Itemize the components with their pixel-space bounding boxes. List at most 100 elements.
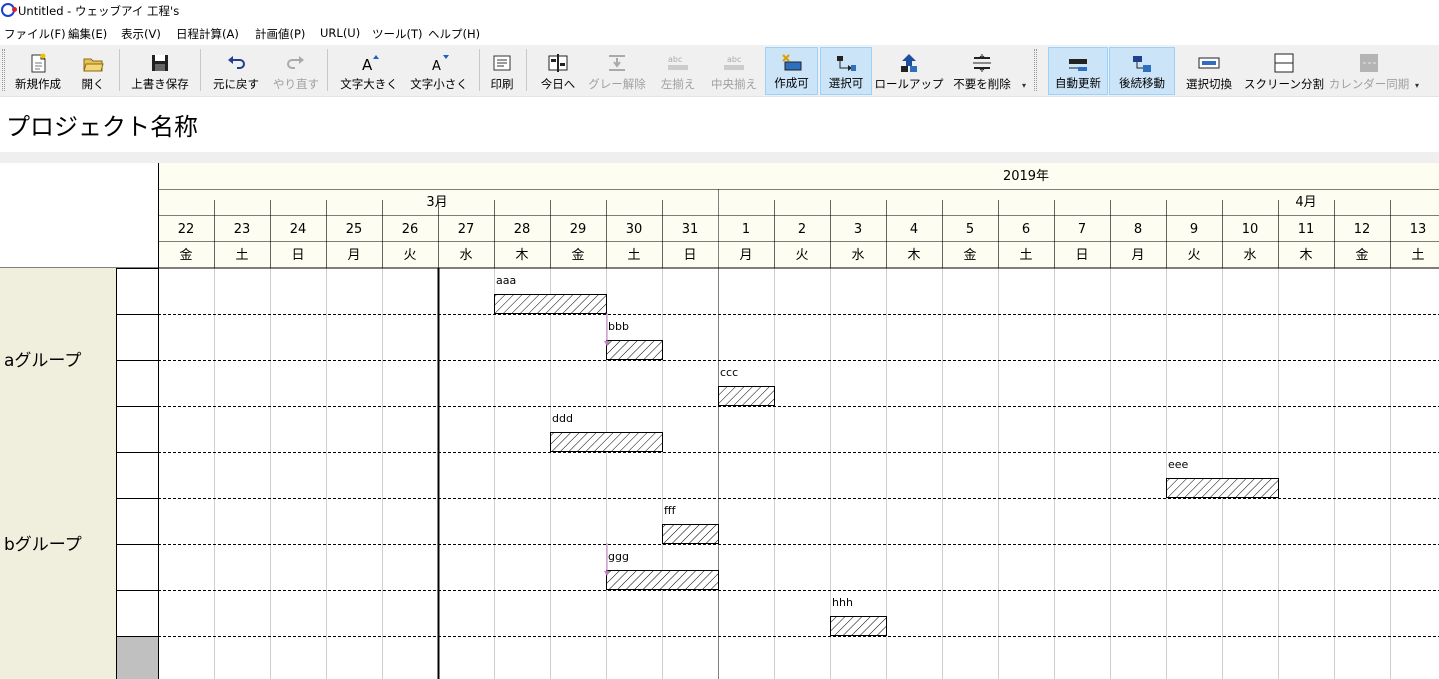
row-handle-filler [117, 637, 158, 679]
weekday-label: 水 [459, 248, 472, 263]
successor-move-icon [1133, 56, 1151, 72]
day-number: 24 [290, 222, 307, 237]
font-increase-icon: A [362, 55, 379, 74]
gantt-chart: 2019年 3月 4月 22 金 23 土 24 日 25 月 26 火 27 水 28 木 29 金 30 土 31 日 1… [0, 163, 1439, 679]
auto-update-toggle[interactable]: 自動更新 [1048, 47, 1108, 95]
toolbar-grip[interactable] [1034, 49, 1037, 91]
menu-view[interactable]: 表示(V) [121, 26, 161, 42]
redo-button[interactable]: やり直す [272, 47, 320, 95]
font-bigger-button[interactable]: A 文字大きく [340, 47, 398, 95]
project-header: プロジェクト名称 [0, 98, 1439, 152]
move-successors-toggle[interactable]: 後続移動 [1109, 47, 1175, 95]
day-number: 7 [1078, 222, 1086, 237]
day-number: 4 [910, 222, 918, 237]
task-label[interactable]: bbb [608, 320, 629, 333]
print-button[interactable]: 印刷 [486, 47, 518, 95]
day-number: 6 [1022, 222, 1030, 237]
day-number: 5 [966, 222, 974, 237]
day-number: 1 [742, 222, 750, 237]
align-center-button[interactable]: abc 中央揃え [711, 47, 757, 95]
task-label[interactable]: aaa [496, 274, 516, 287]
task-bar[interactable] [662, 524, 719, 544]
select-toggle-button[interactable]: 選択切換 [1184, 47, 1234, 95]
task-label[interactable]: ddd [552, 412, 573, 425]
day-number: 10 [1242, 222, 1259, 237]
rollup-button[interactable]: ロールアップ [875, 47, 944, 95]
year-label: 2019年 [1003, 169, 1049, 184]
group-name: bグループ [4, 535, 82, 555]
day-number: 27 [458, 222, 475, 237]
save-button[interactable]: 上書き保存 [130, 47, 190, 95]
save-icon [152, 55, 168, 71]
task-bar[interactable] [494, 294, 607, 314]
calendar-sync-button[interactable]: カレンダー同期 [1329, 47, 1409, 95]
menu-plan[interactable]: 計画値(P) [255, 26, 305, 42]
gray-clear-button[interactable]: グレー解除 [588, 47, 646, 95]
day-number: 11 [1298, 222, 1315, 237]
menu-help[interactable]: ヘルプ(H) [428, 26, 480, 42]
menu-url[interactable]: URL(U) [320, 26, 360, 40]
weekday-label: 月 [347, 248, 360, 263]
align-left-button[interactable]: abc 左揃え [658, 47, 698, 95]
weekday-label: 金 [179, 247, 192, 263]
task-bar[interactable] [550, 432, 663, 452]
day-number: 9 [1190, 222, 1198, 237]
task-bar[interactable] [606, 570, 719, 590]
menu-schedule[interactable]: 日程計算(A) [176, 26, 239, 42]
task-bar[interactable] [1166, 478, 1279, 498]
menu-tools[interactable]: ツール(T) [372, 26, 423, 42]
task-bar[interactable] [718, 386, 775, 406]
weekday-label: 金 [963, 247, 976, 263]
day-number: 12 [1354, 222, 1371, 237]
task-label[interactable]: eee [1168, 458, 1189, 471]
select-arrow-icon [837, 56, 856, 71]
weekday-label: 月 [1131, 248, 1144, 263]
today-button[interactable]: 今日へ [535, 47, 581, 95]
select-switch-icon [1198, 57, 1220, 69]
weekday-label: 日 [291, 248, 304, 263]
redo-icon [287, 56, 304, 69]
day-number: 3 [854, 222, 862, 237]
title-bar: Untitled - ウェッブアイ 工程's [0, 0, 1439, 22]
weekday-label: 日 [683, 248, 696, 263]
weekday-label: 木 [1299, 248, 1312, 263]
print-icon [493, 55, 511, 71]
weekday-label: 土 [627, 248, 640, 263]
svg-text:A: A [432, 59, 441, 74]
select-enabled-toggle[interactable]: 選択可 [820, 47, 872, 95]
toolbar-overflow-chevron-icon[interactable]: ▾ [1415, 81, 1419, 90]
toolbar-separator [200, 49, 201, 91]
task-bar[interactable] [830, 616, 887, 636]
empty-group-cell[interactable] [0, 636, 116, 679]
create-bar-icon [781, 54, 801, 71]
undo-button[interactable]: 元に戻す [212, 47, 260, 95]
font-smaller-button[interactable]: A 文字小さく [410, 47, 468, 95]
task-label[interactable]: hhh [832, 596, 853, 609]
new-button[interactable]: 新規作成 [10, 47, 66, 95]
task-bar[interactable] [606, 340, 663, 360]
weekday-label: 火 [1187, 248, 1200, 263]
menu-file[interactable]: ファイル(F) [4, 26, 66, 42]
toolbar: 新規作成 開く 上書き保存 元に戻す やり直す A 文字大きく A 文字小さく … [0, 45, 1439, 97]
weekday-label: 金 [1355, 247, 1368, 263]
remove-unneeded-button[interactable]: 不要を削除 [953, 47, 1011, 95]
weekday-label: 日 [1075, 248, 1088, 263]
weekday-label: 水 [1243, 248, 1256, 263]
task-label[interactable]: ccc [720, 366, 738, 379]
window-title: Untitled - ウェッブアイ 工程's [18, 4, 180, 18]
rollup-icon [901, 54, 917, 72]
toolbar-overflow-chevron-icon[interactable]: ▾ [1022, 81, 1026, 90]
menu-edit[interactable]: 編集(E) [68, 26, 107, 42]
split-screen-button[interactable]: スクリーン分割 [1244, 47, 1324, 95]
task-label[interactable]: ggg [608, 550, 629, 563]
project-title[interactable]: プロジェクト名称 [6, 107, 198, 142]
open-folder-icon [83, 58, 104, 72]
svg-text:abc: abc [668, 55, 682, 64]
day-number: 28 [514, 222, 531, 237]
open-button[interactable]: 開く [74, 47, 112, 95]
align-left-icon: abc [668, 55, 688, 70]
task-label[interactable]: fff [664, 504, 677, 517]
day-number: 13 [1410, 222, 1427, 237]
svg-text:A: A [362, 56, 373, 74]
undo-icon [228, 56, 245, 69]
